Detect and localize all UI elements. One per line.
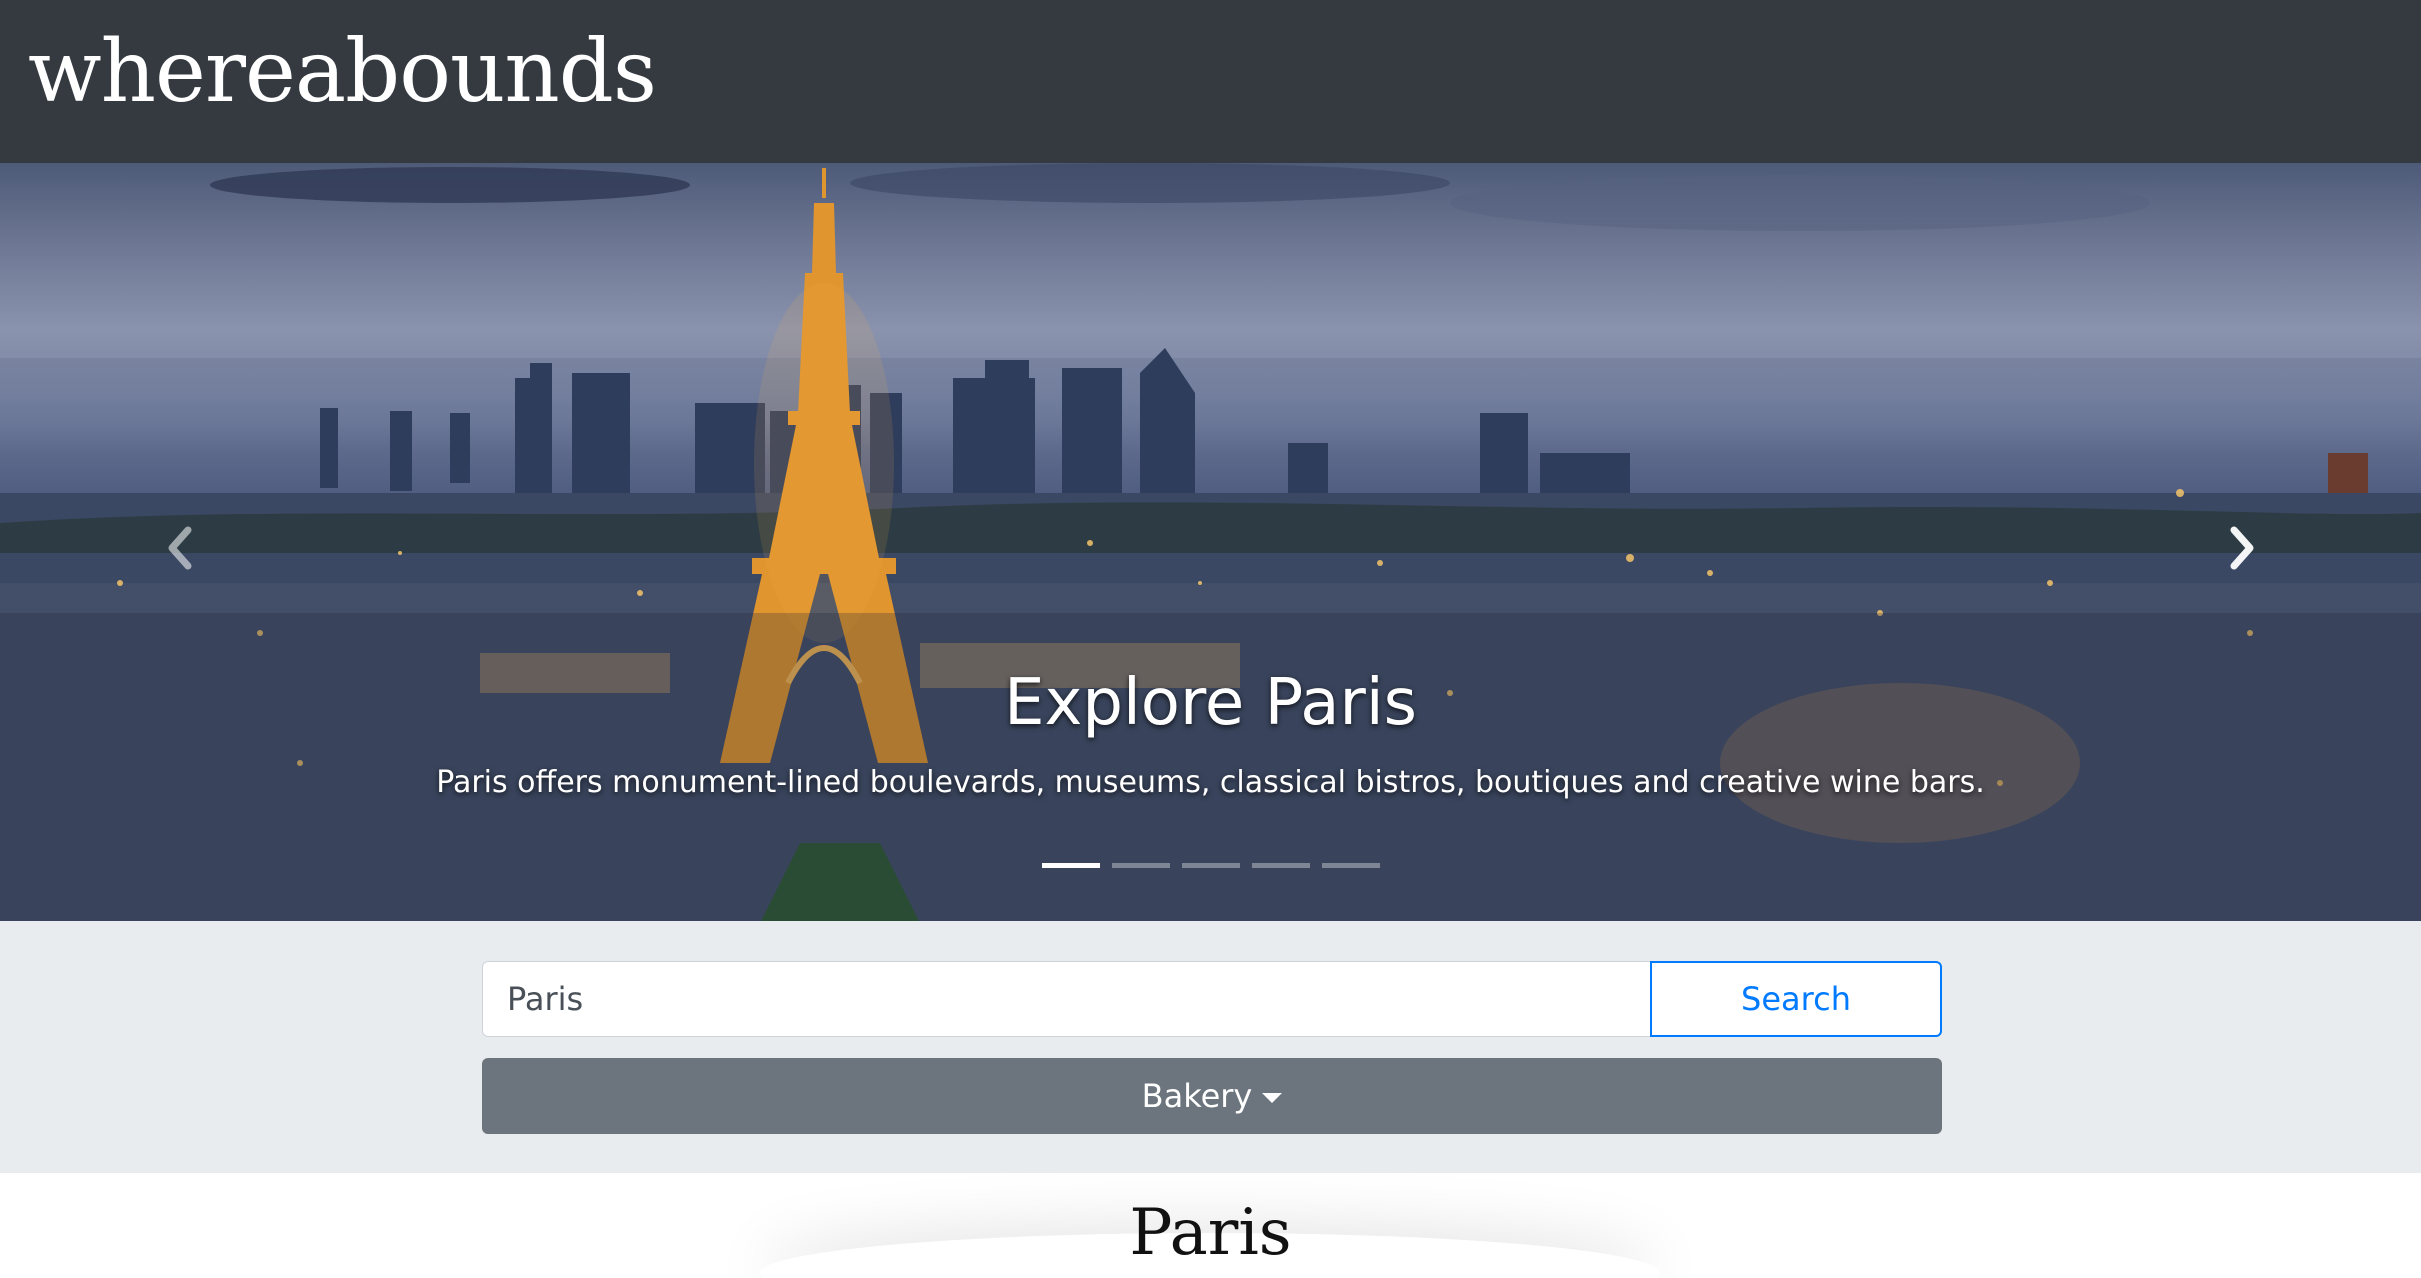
- carousel-indicator[interactable]: [1321, 863, 1380, 868]
- hero-carousel: Explore Paris Paris offers monument-line…: [0, 163, 2421, 921]
- carousel-caption-title: Explore Paris: [1004, 666, 1417, 740]
- search-section: Search Bakery: [0, 921, 2421, 1173]
- category-dropdown[interactable]: Bakery: [482, 1058, 1942, 1134]
- brand-logo[interactable]: whereabounds: [28, 18, 657, 126]
- results-heading: Paris: [1129, 1196, 1292, 1270]
- category-dropdown-label: Bakery: [1141, 1077, 1253, 1115]
- top-navbar: whereabounds: [0, 0, 2421, 163]
- chevron-left-icon: [168, 526, 192, 570]
- chevron-right-icon: [2230, 526, 2254, 570]
- results-section: Paris: [0, 1173, 2421, 1278]
- carousel-slide-image: [0, 163, 2421, 921]
- carousel-indicators: [0, 863, 2421, 868]
- carousel-indicator[interactable]: [1041, 863, 1100, 868]
- carousel-indicator[interactable]: [1251, 863, 1310, 868]
- search-input[interactable]: [482, 961, 1652, 1037]
- carousel-indicator[interactable]: [1181, 863, 1240, 868]
- caret-down-icon: [1262, 1093, 1283, 1103]
- carousel-next-control[interactable]: [2142, 483, 2342, 613]
- carousel-prev-control[interactable]: [80, 483, 280, 613]
- carousel-indicator[interactable]: [1111, 863, 1170, 868]
- search-button[interactable]: Search: [1650, 961, 1942, 1037]
- carousel-caption-text: Paris offers monument-lined boulevards, …: [436, 765, 1985, 800]
